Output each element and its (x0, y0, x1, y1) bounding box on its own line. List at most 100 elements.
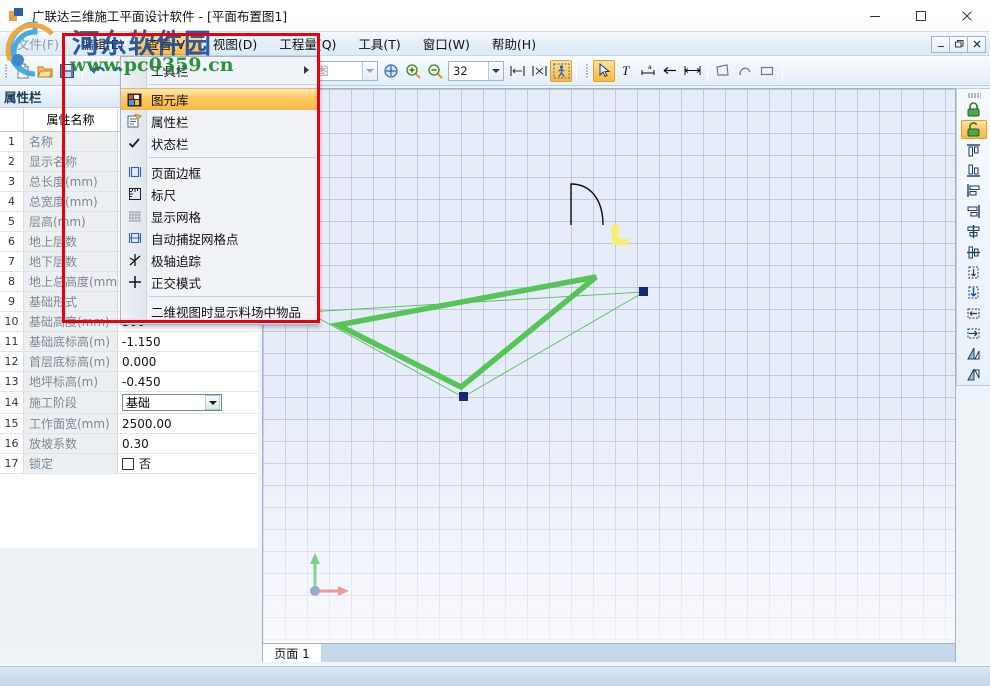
zoom-in-icon[interactable] (402, 60, 424, 82)
menu-separator (149, 84, 315, 85)
unlock-icon[interactable] (960, 119, 987, 140)
drawing-canvas[interactable] (263, 89, 955, 643)
row-value-checkbox[interactable]: 否 (118, 454, 258, 473)
table-row[interactable]: 13 地坪标高(m) -0.450 (0, 372, 258, 392)
undo-icon[interactable] (87, 60, 109, 82)
toolbar-grip-2[interactable] (584, 61, 591, 81)
align-right-icon[interactable] (961, 202, 987, 221)
menu-help[interactable]: 帮助(H) (481, 33, 547, 55)
fit-page-icon[interactable] (528, 60, 550, 82)
arrow-tool-icon[interactable] (659, 60, 681, 82)
lock-checkbox[interactable] (122, 457, 134, 470)
menu-item-ruler[interactable]: 标尺 (121, 183, 317, 205)
table-row[interactable]: 16 放坡系数 0.30 (0, 434, 258, 454)
row-label: 地上层数 (24, 232, 118, 251)
menu-item-snap-grid[interactable]: 自动捕捉网格点 (121, 227, 317, 249)
menu-item-show-grid[interactable]: 显示网格 (121, 205, 317, 227)
row-value-select[interactable]: 基础 (118, 392, 258, 413)
fit-width-icon[interactable] (506, 60, 528, 82)
row-value[interactable]: 0.000 (118, 352, 258, 371)
distribute-h-icon[interactable] (961, 303, 987, 322)
row-value[interactable]: -0.450 (118, 372, 258, 391)
construction-stage-select[interactable]: 基础 (122, 394, 222, 411)
snap-grid-icon (126, 230, 143, 246)
row-index: 14 (0, 392, 24, 413)
open-file-icon[interactable] (34, 60, 56, 82)
toolbar-grip[interactable] (3, 61, 10, 81)
view-menu-dropdown[interactable]: 工具栏 图元库 属性栏 状态栏 页面边框 标尺 显示网格 自动捕捉网格点 极轴追… (120, 56, 318, 325)
maximize-button[interactable] (898, 0, 944, 32)
menu-item-page-border[interactable]: 页面边框 (121, 161, 317, 183)
align-left-icon[interactable] (961, 181, 987, 200)
menu-item-show-yard-items-2d[interactable]: 二维视图时显示料场中物品 (121, 300, 317, 322)
select-tool-icon[interactable] (593, 59, 615, 82)
row-index: 10 (0, 312, 24, 331)
flip-h-icon[interactable] (961, 344, 987, 363)
lock-icon[interactable] (961, 100, 987, 119)
rect-tool-icon[interactable] (756, 60, 778, 82)
space-v-icon[interactable] (961, 283, 987, 302)
mdi-restore-button[interactable] (949, 35, 968, 53)
menu-quantity[interactable]: 工程量(Q) (268, 33, 347, 55)
row-label: 基础底标高(m) (24, 332, 118, 351)
distribute-v-icon[interactable] (961, 263, 987, 282)
align-center-h-icon[interactable] (961, 222, 987, 241)
row-index: 15 (0, 414, 24, 433)
leader-annotation-icon[interactable]: a (637, 60, 659, 82)
table-row[interactable]: 15 工作面宽(mm) 2500.00 (0, 414, 258, 434)
scale-combo[interactable]: 32 (448, 60, 504, 81)
menu-item-polar-track[interactable]: 极轴追踪 (121, 249, 317, 271)
menu-item-ortho-mode[interactable]: 正交模式 (121, 271, 317, 293)
menu-item-element-library[interactable]: 图元库 (121, 88, 317, 110)
menu-item-property-bar[interactable]: 属性栏 (121, 110, 317, 132)
row-label: 总宽度(mm) (24, 192, 118, 211)
table-row[interactable]: 17 锁定 否 (0, 454, 258, 474)
menu-tools[interactable]: 工具(T) (347, 33, 411, 55)
arc-tool-icon[interactable] (734, 60, 756, 82)
text-tool-icon[interactable]: T (615, 60, 637, 82)
view-mode-arrow-icon[interactable] (362, 61, 377, 80)
zoom-out-icon[interactable] (424, 60, 446, 82)
menu-item-status-bar[interactable]: 状态栏 (121, 132, 317, 154)
row-value[interactable]: 0.30 (118, 434, 258, 453)
mdi-close-button[interactable] (967, 35, 986, 53)
minimize-button[interactable] (852, 0, 898, 32)
row-value[interactable]: -1.150 (118, 332, 258, 351)
align-bottom-icon[interactable] (961, 161, 987, 180)
menu-display[interactable]: 视图(D) (202, 33, 268, 55)
page-tab[interactable]: 页面 1 (263, 644, 321, 662)
flip-v-icon[interactable] (961, 365, 987, 384)
new-file-icon[interactable] (12, 60, 34, 82)
polyline-tool-icon[interactable] (712, 60, 734, 82)
chevron-down-icon[interactable] (205, 395, 220, 410)
space-h-icon[interactable] (961, 324, 987, 343)
page-border-icon (126, 164, 143, 180)
mdi-minimize-button[interactable] (931, 35, 950, 53)
menu-item-toolbars[interactable]: 工具栏 (121, 59, 317, 81)
menu-item-label: 自动捕捉网格点 (151, 231, 239, 247)
align-center-v-icon[interactable] (961, 242, 987, 261)
row-label: 显示名称 (24, 152, 118, 171)
dimension-tool-icon[interactable] (681, 60, 703, 82)
scale-arrow-icon[interactable] (488, 61, 503, 80)
close-button[interactable] (944, 0, 990, 32)
application-window: 广联达三维施工平面设计软件 - [平面布置图1] 文件(F) 编辑(E) 查看(… (0, 0, 990, 686)
table-row[interactable]: 12 首层底标高(m) 0.000 (0, 352, 258, 372)
lock-checkbox-label: 否 (139, 457, 152, 471)
menu-item-label: 属性栏 (151, 114, 189, 130)
save-file-icon[interactable] (56, 60, 78, 82)
menu-file[interactable]: 文件(F) (6, 33, 70, 55)
dock-grip[interactable] (966, 93, 981, 98)
pan-zoom-icon[interactable] (380, 60, 402, 82)
menu-window[interactable]: 窗口(W) (412, 33, 481, 55)
align-top-icon[interactable] (961, 140, 987, 159)
menu-view[interactable]: 查看(V) (134, 32, 202, 55)
menu-edit[interactable]: 编辑(E) (70, 33, 135, 55)
table-row[interactable]: 14 施工阶段 基础 (0, 392, 258, 414)
drawing-canvas-container[interactable] (262, 88, 956, 644)
row-label: 放坡系数 (24, 434, 118, 453)
walk-mode-icon[interactable] (550, 59, 572, 82)
table-row[interactable]: 11 基础底标高(m) -1.150 (0, 332, 258, 352)
row-label: 地坪标高(m) (24, 372, 118, 391)
row-value[interactable]: 2500.00 (118, 414, 258, 433)
